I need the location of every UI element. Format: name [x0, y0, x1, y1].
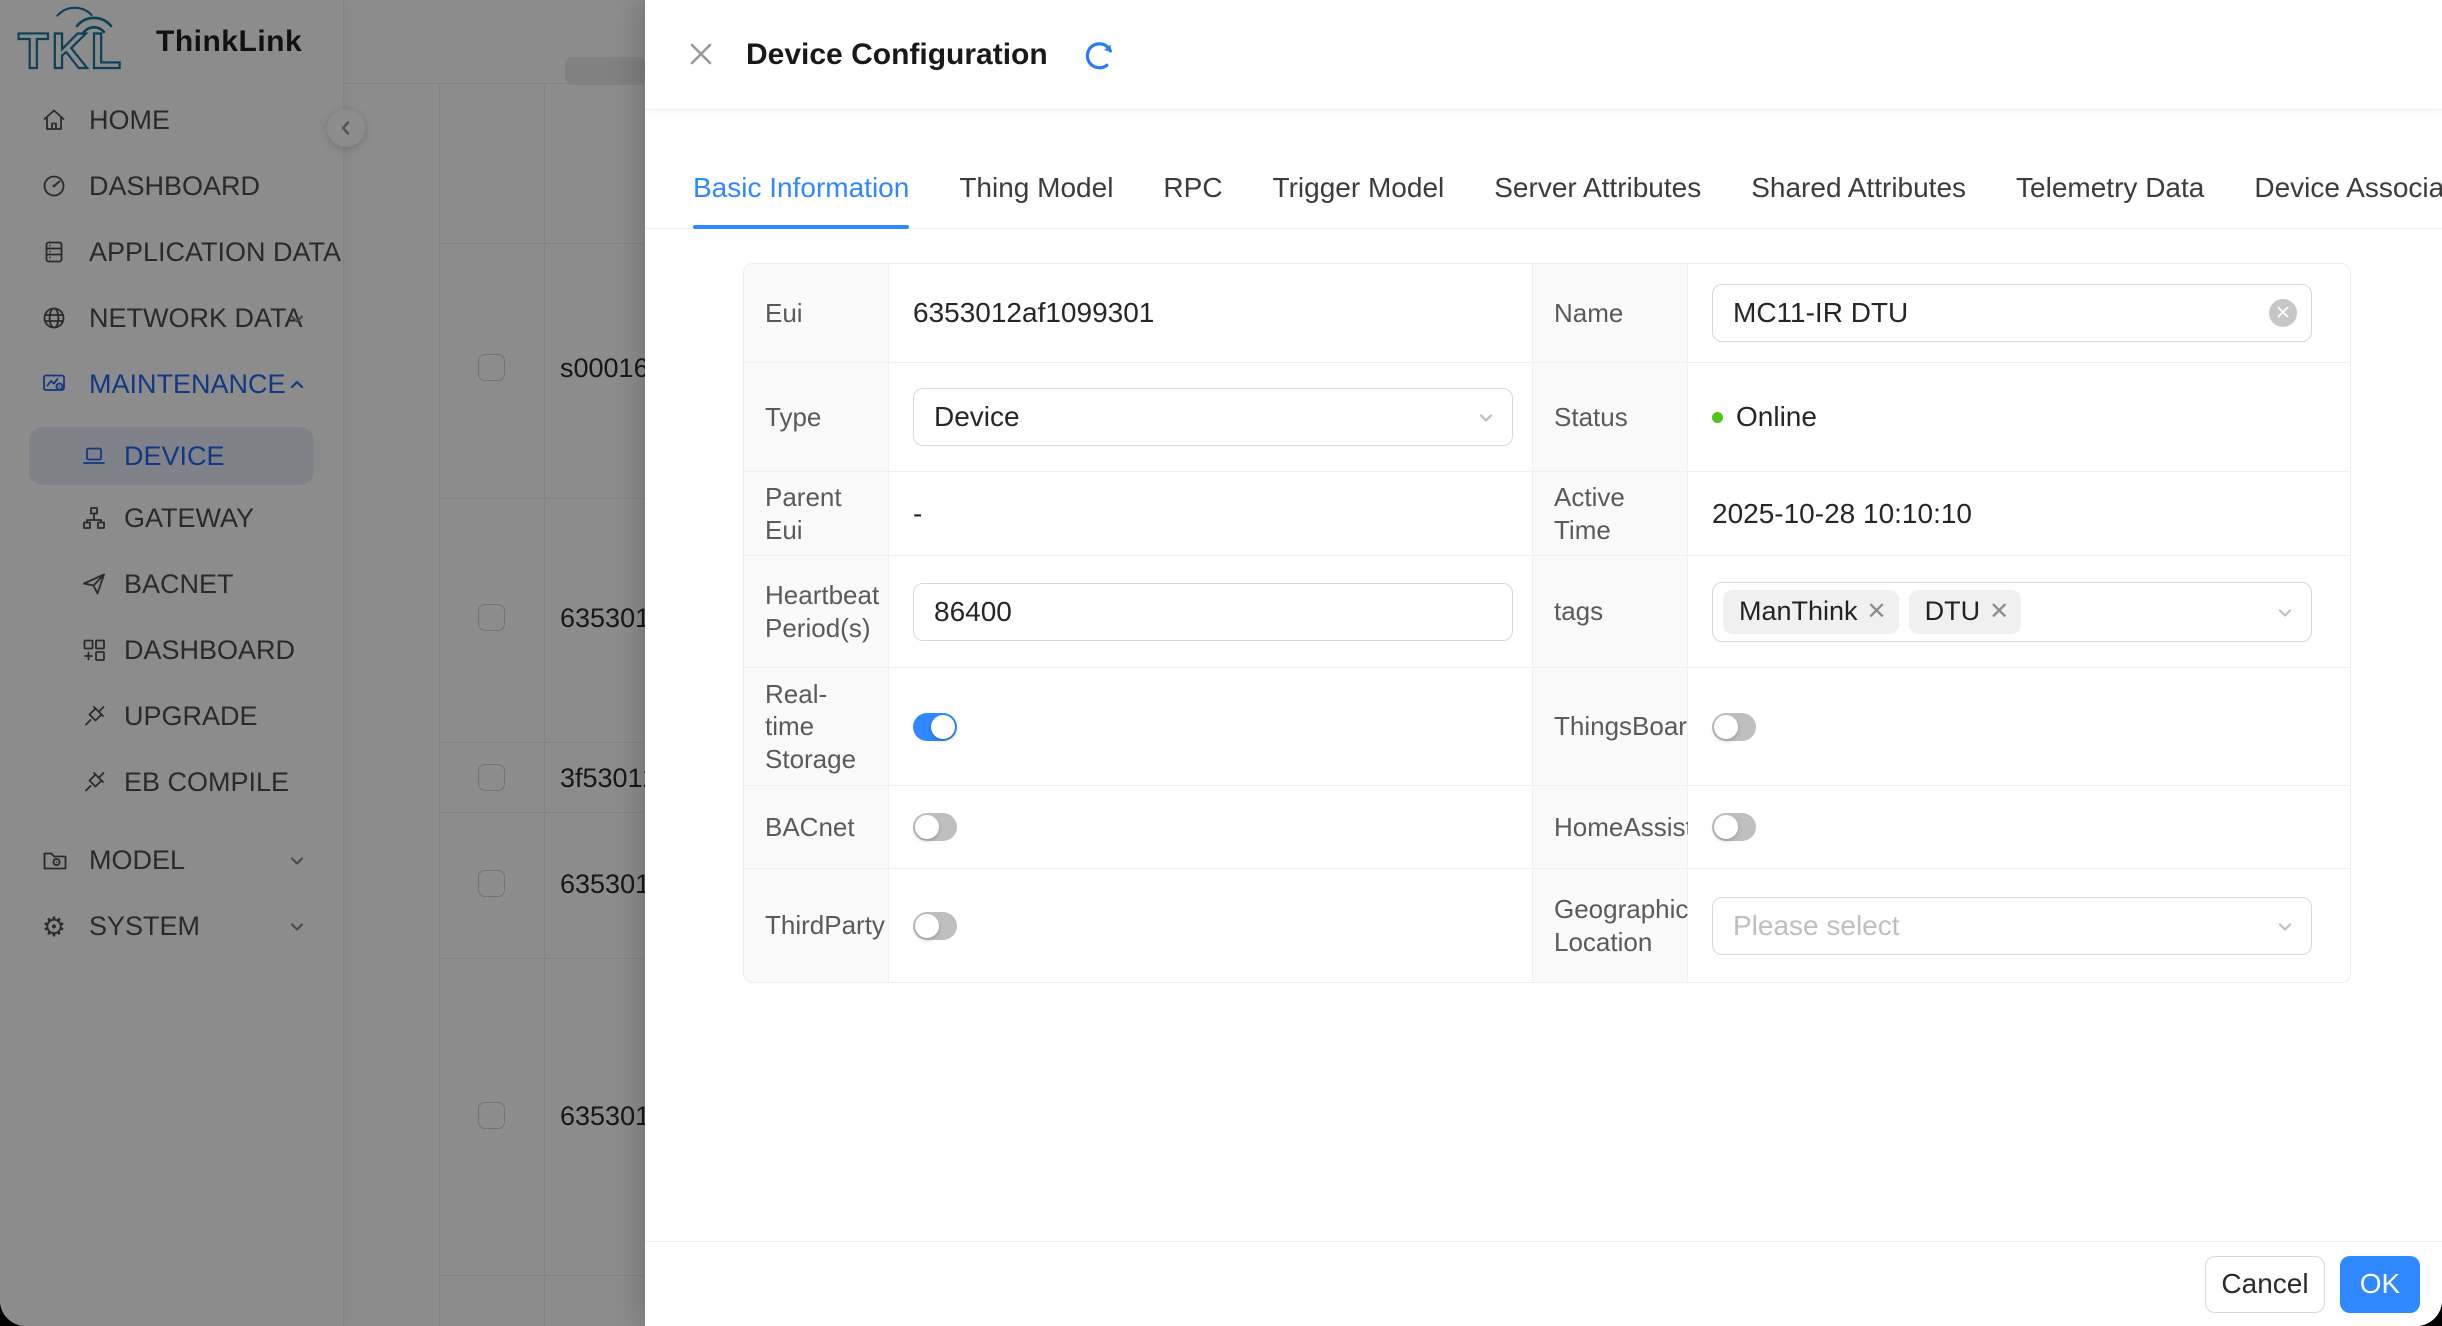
field-label-name: Name	[1533, 264, 1688, 363]
homeassistant-switch[interactable]	[1712, 813, 1756, 841]
field-value-geographic-location: Please select	[1688, 869, 2350, 982]
geographic-location-select[interactable]: Please select	[1712, 897, 2312, 955]
field-value-thingsboard	[1688, 668, 2350, 786]
switch-knob	[931, 715, 955, 739]
tab-device-association[interactable]: Device Association	[2254, 148, 2442, 228]
parent-eui-value: -	[913, 498, 922, 530]
field-value-eui: 6353012af1099301	[889, 264, 1533, 363]
status-dot	[1712, 412, 1723, 423]
field-value-parent-eui: -	[889, 472, 1533, 556]
field-value-tags: ManThink ✕ DTU ✕	[1688, 556, 2350, 668]
tag-chip: DTU ✕	[1909, 590, 2022, 634]
field-label-type: Type	[744, 363, 889, 472]
field-value-bacnet	[889, 786, 1533, 869]
chevron-down-icon	[1474, 405, 1498, 429]
drawer-refresh-button[interactable]	[1083, 38, 1117, 72]
tab-server-attributes[interactable]: Server Attributes	[1494, 148, 1701, 228]
tag-remove-icon[interactable]: ✕	[1989, 600, 2009, 624]
field-label-bacnet: BACnet	[744, 786, 889, 869]
field-value-thirdparty	[889, 869, 1533, 982]
tab-telemetry-data[interactable]: Telemetry Data	[2016, 148, 2204, 228]
refresh-icon	[1083, 38, 1117, 72]
thingsboard-switch[interactable]	[1712, 713, 1756, 741]
tab-thing-model[interactable]: Thing Model	[959, 148, 1113, 228]
field-label-status: Status	[1533, 363, 1688, 472]
status-badge: Online	[1736, 401, 1817, 433]
field-label-geographic-location: Geographic Location	[1533, 869, 1688, 982]
drawer-tabs: Basic Information Thing Model RPC Trigger M…	[645, 148, 2442, 229]
type-select[interactable]: Device	[913, 388, 1513, 446]
chevron-down-icon	[2273, 914, 2297, 938]
switch-knob	[1714, 815, 1738, 839]
tag-label: ManThink	[1739, 596, 1858, 627]
drawer-title: Device Configuration	[746, 38, 1048, 72]
switch-knob	[915, 914, 939, 938]
chevron-down-icon	[2273, 600, 2297, 624]
heartbeat-period-s-input-value: 86400	[934, 596, 1012, 628]
switch-knob	[1714, 715, 1738, 739]
field-value-name: MC11-IR DTU ✕	[1688, 264, 2350, 363]
field-label-thingsboard: ThingsBoard	[1533, 668, 1688, 786]
geographic-location-select-value: Please select	[1733, 910, 1900, 942]
thirdparty-switch[interactable]	[913, 912, 957, 940]
field-value-real-time-storage	[889, 668, 1533, 786]
field-value-status: Online	[1688, 363, 2350, 472]
active-time-value: 2025-10-28 10:10:10	[1712, 498, 1972, 530]
field-value-active-time: 2025-10-28 10:10:10	[1688, 472, 2350, 556]
eui-value: 6353012af1099301	[913, 297, 1154, 329]
field-label-tags: tags	[1533, 556, 1688, 668]
switch-knob	[915, 815, 939, 839]
field-label-real-time-storage: Real-time Storage	[744, 668, 889, 786]
heartbeat-period-s-input[interactable]: 86400	[913, 583, 1513, 641]
field-label-thirdparty: ThirdParty	[744, 869, 889, 982]
tag-label: DTU	[1925, 596, 1981, 627]
field-label-homeassistant: HomeAssistant	[1533, 786, 1688, 869]
field-value-homeassistant	[1688, 786, 2350, 869]
tab-trigger-model[interactable]: Trigger Model	[1273, 148, 1445, 228]
field-value-type: Device	[889, 363, 1533, 472]
clear-icon[interactable]: ✕	[2269, 299, 2297, 327]
type-select-value: Device	[934, 401, 1020, 433]
name-input[interactable]: MC11-IR DTU ✕	[1712, 284, 2312, 342]
tab-basic-information[interactable]: Basic Information	[693, 148, 909, 228]
drawer-footer: Cancel OK	[645, 1241, 2442, 1326]
device-form: Eui 6353012af1099301 Name MC11-IR DTU ✕ Type D…	[743, 263, 2351, 983]
ok-button[interactable]: OK	[2340, 1256, 2420, 1313]
device-configuration-drawer: Device Configuration Basic Information Th…	[645, 0, 2442, 1326]
tag-remove-icon[interactable]: ✕	[1867, 600, 1887, 624]
tab-rpc[interactable]: RPC	[1163, 148, 1222, 228]
name-input-value: MC11-IR DTU	[1733, 297, 1908, 329]
field-label-eui: Eui	[744, 264, 889, 363]
close-icon	[685, 38, 717, 72]
field-label-parent-eui: Parent Eui	[744, 472, 889, 556]
field-label-active-time: Active Time	[1533, 472, 1688, 556]
tag-chip: ManThink ✕	[1723, 590, 1899, 634]
tab-shared-attributes[interactable]: Shared Attributes	[1751, 148, 1966, 228]
cancel-button[interactable]: Cancel	[2205, 1256, 2325, 1313]
bacnet-switch[interactable]	[913, 813, 957, 841]
drawer-header: Device Configuration	[645, 0, 2442, 110]
field-value-heartbeat-period-s: 86400	[889, 556, 1533, 668]
field-label-heartbeat-period-s: Heartbeat Period(s)	[744, 556, 889, 668]
tags-select[interactable]: ManThink ✕ DTU ✕	[1712, 582, 2312, 642]
drawer-close-button[interactable]	[685, 38, 719, 72]
screen: s00016563530123f53012b63530126353012 TKL…	[0, 0, 2442, 1326]
real-time-storage-switch[interactable]	[913, 713, 957, 741]
